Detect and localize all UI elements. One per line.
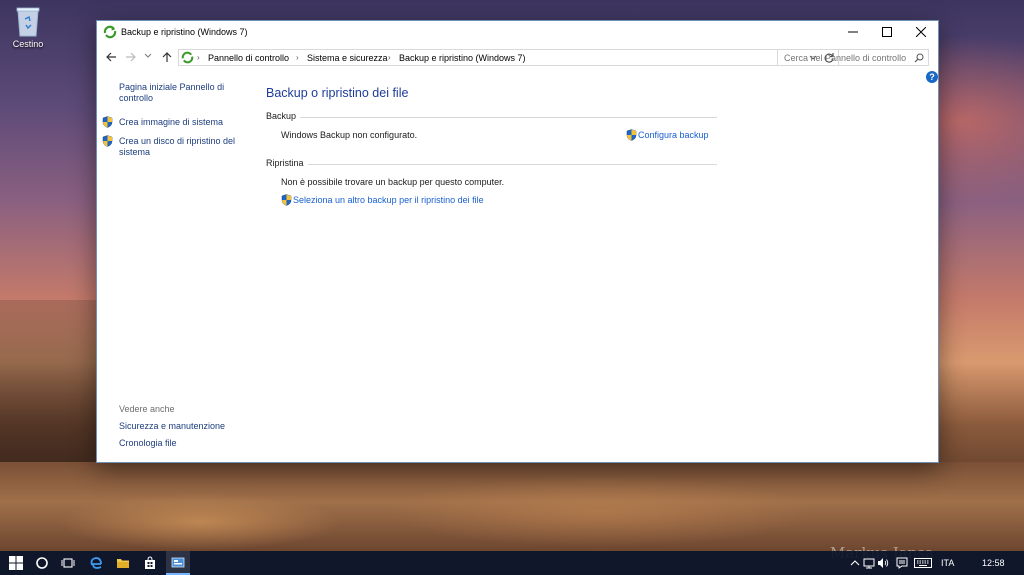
breadcrumb-separator[interactable]: › bbox=[296, 53, 299, 62]
section-divider bbox=[266, 117, 717, 118]
create-system-image-link[interactable]: Crea immagine di sistema bbox=[119, 117, 223, 128]
control-panel-window: Backup e ripristino (Windows 7) › Pannel… bbox=[96, 20, 939, 463]
task-view-icon bbox=[61, 558, 75, 568]
uac-shield-icon bbox=[626, 129, 637, 141]
uac-shield-icon bbox=[102, 116, 113, 128]
restore-section-heading: Ripristina bbox=[266, 158, 308, 168]
edge-browser-icon bbox=[90, 557, 102, 569]
maximize-icon bbox=[882, 27, 892, 37]
back-button[interactable] bbox=[105, 51, 119, 65]
wallpaper-sand bbox=[0, 462, 1024, 551]
search-icon[interactable] bbox=[914, 53, 924, 63]
search-box[interactable] bbox=[777, 49, 929, 66]
network-icon[interactable] bbox=[863, 557, 875, 569]
minimize-icon bbox=[848, 31, 858, 33]
taskbar-control-panel-active[interactable] bbox=[166, 551, 190, 575]
touch-keyboard-icon[interactable] bbox=[914, 557, 932, 569]
navigation-bar: › Pannello di controllo › Sistema e sicu… bbox=[97, 43, 938, 71]
forward-button[interactable] bbox=[125, 51, 139, 65]
breadcrumb-separator[interactable]: › bbox=[197, 53, 200, 62]
breadcrumb-system-security[interactable]: Sistema e sicurezza bbox=[307, 53, 388, 63]
notification-chevron-up-icon[interactable] bbox=[849, 557, 861, 569]
forward-arrow-icon bbox=[126, 52, 136, 62]
cortana-search-button[interactable] bbox=[30, 551, 54, 575]
chevron-down-icon bbox=[144, 53, 152, 58]
recycle-bin-label: Cestino bbox=[12, 39, 44, 49]
input-language-indicator[interactable]: ITA bbox=[941, 558, 954, 568]
breadcrumb-backup-restore[interactable]: Backup e ripristino (Windows 7) bbox=[399, 53, 526, 63]
windows-logo-icon bbox=[9, 556, 23, 570]
help-button[interactable]: ? bbox=[926, 71, 938, 83]
see-also-heading: Vedere anche bbox=[119, 404, 175, 414]
folder-icon bbox=[117, 559, 129, 568]
left-task-pane: Pagina iniziale Pannello di controllo Cr… bbox=[97, 71, 257, 461]
start-button[interactable] bbox=[4, 551, 28, 575]
create-recovery-disc-link[interactable]: Crea un disco di ripristino del sistema bbox=[119, 136, 247, 158]
taskbar-store[interactable] bbox=[138, 551, 162, 575]
up-arrow-icon bbox=[162, 52, 172, 62]
system-clock[interactable]: 12:58 bbox=[982, 558, 1005, 568]
control-panel-home-link[interactable]: Pagina iniziale Pannello di controllo bbox=[119, 82, 237, 104]
taskbar: ITA 12:58 bbox=[0, 551, 1024, 575]
backup-status-text: Windows Backup non configurato. bbox=[281, 130, 418, 140]
close-icon bbox=[916, 27, 926, 37]
control-panel-icon bbox=[171, 557, 185, 568]
taskbar-file-explorer[interactable] bbox=[111, 551, 135, 575]
help-icon: ? bbox=[929, 72, 935, 82]
recent-locations-button[interactable] bbox=[143, 51, 157, 65]
recycle-bin-desktop-icon[interactable]: Cestino bbox=[6, 5, 50, 49]
backup-section-heading: Backup bbox=[266, 111, 301, 121]
control-panel-location-icon bbox=[181, 51, 194, 64]
window-title: Backup e ripristino (Windows 7) bbox=[121, 27, 248, 37]
action-center-icon[interactable] bbox=[896, 557, 908, 569]
wallpaper-driftwood bbox=[0, 300, 96, 462]
taskbar-edge[interactable] bbox=[84, 551, 108, 575]
volume-icon[interactable] bbox=[877, 557, 889, 569]
uac-shield-icon bbox=[102, 135, 113, 147]
uac-shield-icon bbox=[281, 194, 292, 206]
title-bar[interactable]: Backup e ripristino (Windows 7) bbox=[97, 21, 938, 43]
configure-backup-link[interactable]: Configura backup bbox=[638, 130, 709, 140]
breadcrumb-separator[interactable]: › bbox=[388, 53, 391, 62]
backup-restore-app-icon bbox=[103, 25, 117, 39]
select-another-backup-link[interactable]: Seleziona un altro backup per il riprist… bbox=[293, 195, 484, 205]
security-maintenance-link[interactable]: Sicurezza e manutenzione bbox=[119, 421, 225, 432]
cortana-circle-icon bbox=[36, 557, 48, 569]
store-bag-icon bbox=[145, 556, 155, 569]
search-input[interactable] bbox=[778, 50, 912, 65]
section-divider bbox=[266, 164, 717, 165]
back-arrow-icon bbox=[106, 52, 116, 62]
page-title: Backup o ripristino dei file bbox=[266, 86, 409, 100]
maximize-button[interactable] bbox=[870, 21, 904, 43]
minimize-button[interactable] bbox=[836, 21, 870, 43]
breadcrumb-control-panel[interactable]: Pannello di controllo bbox=[208, 53, 289, 63]
up-button[interactable] bbox=[161, 51, 175, 65]
recycle-bin-icon bbox=[15, 5, 41, 37]
address-bar[interactable]: › Pannello di controllo › Sistema e sicu… bbox=[178, 49, 839, 66]
close-button[interactable] bbox=[904, 21, 938, 43]
file-history-link[interactable]: Cronologia file bbox=[119, 438, 177, 449]
restore-status-text: Non è possibile trovare un backup per qu… bbox=[281, 177, 505, 187]
task-view-button[interactable] bbox=[56, 551, 80, 575]
